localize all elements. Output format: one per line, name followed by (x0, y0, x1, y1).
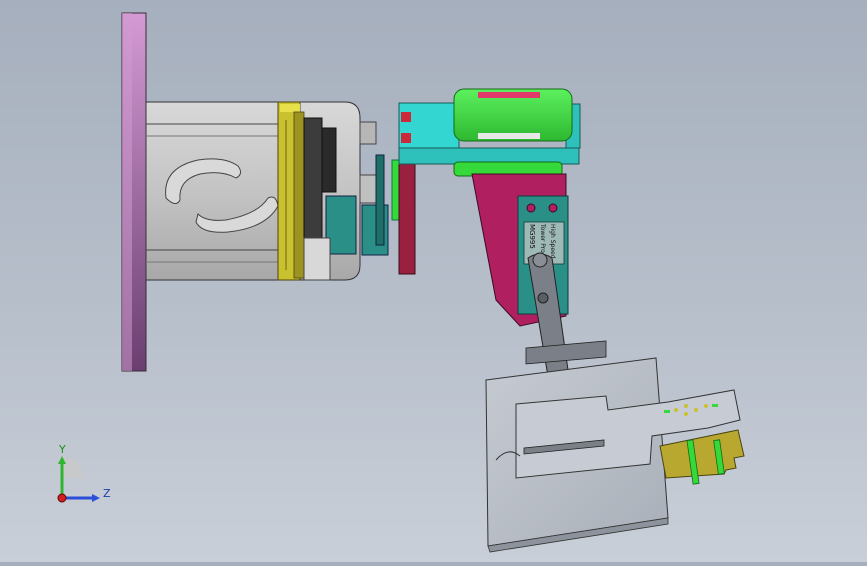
bracket-dark-red[interactable] (398, 159, 416, 275)
mounting-plate[interactable] (121, 12, 147, 372)
triad-y-label: Y (58, 443, 66, 456)
servo-label-line-1: MG995 (528, 224, 536, 249)
bracket-green[interactable] (453, 88, 573, 177)
reference-triad: Y Z (57, 443, 111, 503)
motor-flange[interactable] (277, 101, 305, 281)
servo-label-line-3: High Speed (549, 224, 556, 259)
x-axis-dot (57, 493, 67, 503)
triad-z-label: Z (103, 487, 111, 500)
cad-graphics-viewport[interactable]: MG995 Tower Pro High Speed Y Z (0, 0, 867, 562)
assembly-model[interactable]: MG995 Tower Pro High Speed Y Z (0, 0, 867, 562)
gripper-jaw[interactable] (659, 429, 745, 485)
servo-label-line-2: Tower Pro (539, 223, 546, 253)
